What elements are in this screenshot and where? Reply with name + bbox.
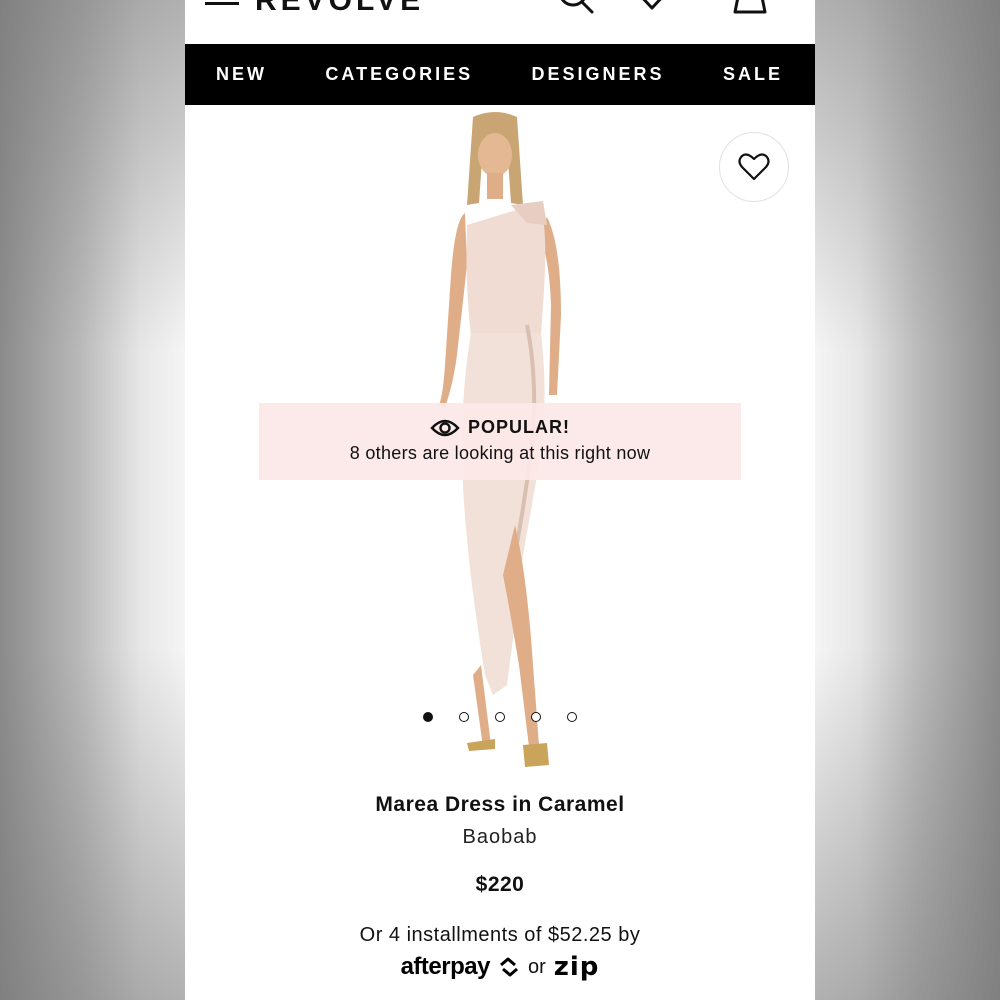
carousel-dot[interactable]	[531, 712, 541, 722]
popular-banner: POPULAR! 8 others are looking at this ri…	[259, 403, 741, 480]
nav-sale[interactable]: SALE	[723, 64, 783, 85]
search-icon[interactable]	[555, 0, 599, 16]
right-background	[815, 0, 1000, 1000]
carousel-dot[interactable]	[423, 712, 433, 722]
top-bar: REVOLVE	[185, 0, 815, 44]
carousel-dot[interactable]	[459, 712, 469, 722]
nav-new[interactable]: NEW	[216, 64, 267, 85]
installments-text: Or 4 installments of $52.25 by	[359, 924, 641, 946]
popular-message: 8 others are looking at this right now	[349, 443, 651, 463]
afterpay-logo[interactable]: afterpay	[401, 953, 491, 981]
carousel-dot[interactable]	[495, 712, 505, 722]
product-page: REVOLVE NEW CATEGORIES DESIGNERS SALE PO…	[185, 0, 815, 1000]
nav-designers[interactable]: DESIGNERS	[532, 64, 665, 85]
popular-title: POPULAR!	[468, 417, 570, 437]
heart-outline-icon	[738, 153, 770, 181]
bag-icon[interactable]	[727, 0, 777, 16]
zip-logo[interactable]: zip	[554, 952, 600, 982]
eye-icon	[430, 419, 460, 436]
menu-icon[interactable]	[205, 0, 239, 8]
nav-categories[interactable]: CATEGORIES	[325, 64, 473, 85]
product-price: $220	[475, 873, 525, 896]
product-name: Marea Dress in Caramel	[375, 793, 625, 816]
left-background	[0, 0, 185, 1000]
payment-options: afterpay or zip	[185, 952, 815, 982]
main-navigation: NEW CATEGORIES DESIGNERS SALE	[185, 44, 815, 105]
carousel-dot[interactable]	[567, 712, 577, 722]
carousel-indicators	[185, 712, 815, 722]
product-brand[interactable]: Baobab	[185, 826, 815, 849]
add-to-wishlist-button[interactable]	[719, 132, 789, 202]
or-text: or	[527, 955, 546, 978]
site-logo[interactable]: REVOLVE	[255, 0, 424, 18]
afterpay-arrows-icon	[499, 957, 518, 977]
heart-icon[interactable]	[633, 0, 677, 16]
